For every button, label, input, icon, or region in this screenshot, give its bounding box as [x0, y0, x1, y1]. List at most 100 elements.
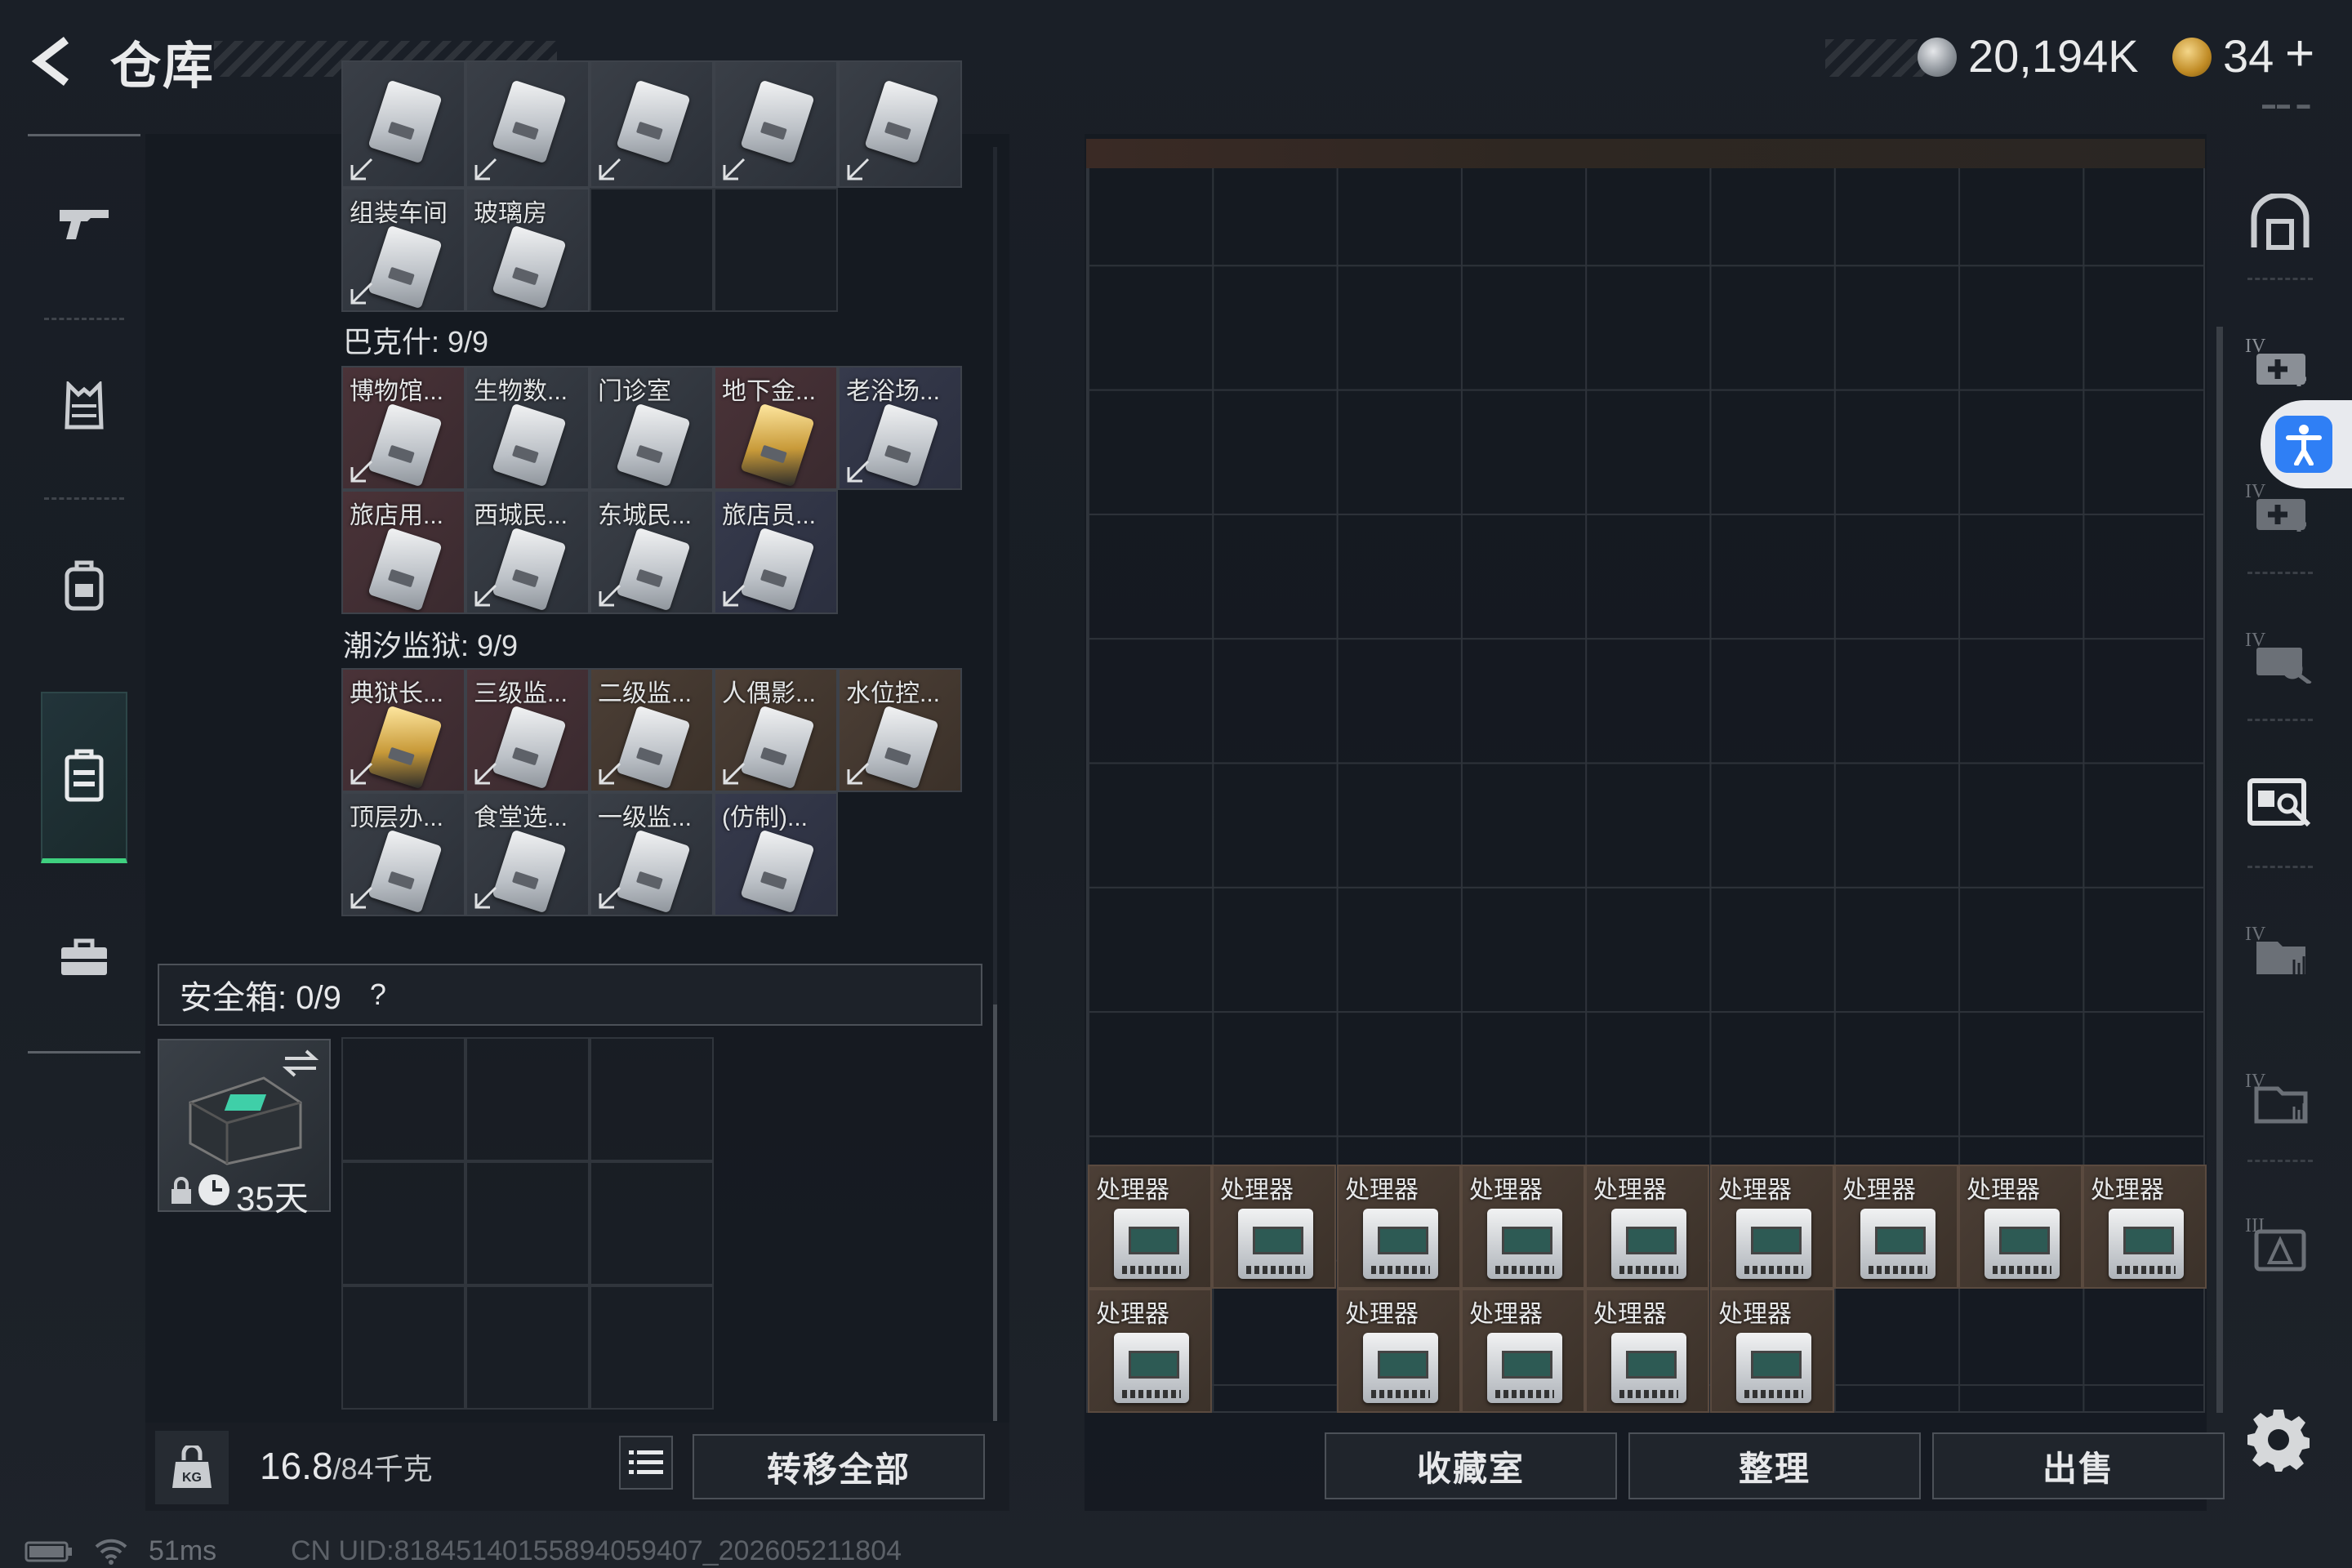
collection-room-button[interactable]: 收藏室: [1325, 1432, 1617, 1499]
key-card-slot[interactable]: 三级监...: [466, 668, 590, 792]
processor-label: 处理器: [1842, 1177, 1916, 1204]
processor-item[interactable]: 处理器: [1337, 1165, 1461, 1289]
processor-icon: [1736, 1333, 1811, 1403]
processor-item[interactable]: 处理器: [1088, 1289, 1212, 1413]
stash-tab-keys[interactable]: IV: [2238, 612, 2323, 697]
processor-item[interactable]: 处理器: [1710, 1289, 1834, 1413]
empty-slot[interactable]: [590, 1037, 714, 1161]
key-card-slot[interactable]: 玻璃房: [466, 188, 590, 312]
ammo-case-icon: III: [2245, 1215, 2306, 1272]
key-card-slot[interactable]: 典狱长...: [341, 668, 466, 792]
current-weight: 16.8: [260, 1445, 333, 1487]
stash-top-row-items[interactable]: [1086, 139, 2205, 168]
processor-icon: [1611, 1333, 1686, 1403]
empty-slot[interactable]: [341, 1037, 466, 1161]
key-card-slot[interactable]: 旅店员...: [714, 490, 838, 614]
key-card-label: 一级监...: [598, 804, 693, 831]
processor-item[interactable]: 处理器: [1461, 1165, 1585, 1289]
svg-text:KG: KG: [182, 1471, 202, 1485]
key-card-label: 东城民...: [598, 502, 693, 529]
folder-case-icon: IV: [2245, 1071, 2308, 1124]
key-card-slot[interactable]: 生物数...: [466, 366, 590, 490]
nav-armor[interactable]: [28, 320, 140, 492]
key-card-slot[interactable]: 食堂选...: [466, 792, 590, 916]
sell-button[interactable]: 出售: [1932, 1432, 2225, 1499]
stash-tab-medical[interactable]: IV: [2238, 318, 2323, 403]
empty-slot[interactable]: [341, 1161, 466, 1285]
processor-icon: [1611, 1209, 1686, 1279]
processor-item[interactable]: 处理器: [1834, 1165, 1958, 1289]
container-icon: [65, 749, 104, 802]
page-title: 仓库: [110, 38, 216, 95]
key-card-slot[interactable]: 地下金...: [714, 366, 838, 490]
key-card-slot[interactable]: 水位控...: [838, 668, 962, 792]
battery-icon: [24, 1541, 72, 1561]
empty-slot[interactable]: [466, 1037, 590, 1161]
inventory-scroll-thumb[interactable]: [993, 1004, 997, 1421]
key-card-slot[interactable]: 二级监...: [590, 668, 714, 792]
bound-icon: [599, 584, 621, 607]
nav-container-active[interactable]: [41, 692, 127, 863]
key-card-slot[interactable]: 一级监...: [590, 792, 714, 916]
processor-label: 处理器: [2091, 1177, 2164, 1204]
processor-label: 处理器: [1718, 1301, 1792, 1328]
processor-item[interactable]: 处理器: [1958, 1165, 2082, 1289]
sort-button[interactable]: 整理: [1628, 1432, 1921, 1499]
empty-slot[interactable]: [466, 1285, 590, 1410]
key-card-label: 旅店用...: [350, 502, 444, 529]
processor-item[interactable]: 处理器: [1710, 1165, 1834, 1289]
empty-slot[interactable]: [590, 1285, 714, 1410]
processor-item[interactable]: 处理器: [1088, 1165, 1212, 1289]
stash-scrollbar[interactable]: [2216, 327, 2223, 1413]
settings-gear-icon[interactable]: [2246, 1406, 2311, 1472]
key-card-slot[interactable]: 门诊室: [590, 366, 714, 490]
processor-item[interactable]: 处理器: [1212, 1165, 1336, 1289]
processor-item[interactable]: 处理器: [1337, 1289, 1461, 1413]
safe-box-help-button[interactable]: ?: [359, 976, 397, 1013]
add-currency-button[interactable]: +: [2285, 24, 2314, 82]
processor-item[interactable]: 处理器: [1585, 1165, 1709, 1289]
swap-icon[interactable]: [282, 1047, 319, 1080]
list-view-button[interactable]: [619, 1436, 673, 1490]
processor-item[interactable]: 处理器: [1585, 1289, 1709, 1413]
key-card-slot[interactable]: 博物馆...: [341, 366, 466, 490]
safe-case-icon: [189, 1076, 302, 1165]
processor-item[interactable]: 处理器: [2082, 1165, 2207, 1289]
stash-tab-documents[interactable]: IV: [2238, 906, 2323, 991]
key-card-slot[interactable]: 人偶影...: [714, 668, 838, 792]
key-card-slot[interactable]: 老浴场...: [838, 366, 962, 490]
empty-slot[interactable]: [714, 188, 838, 312]
safe-case-item[interactable]: 35天: [158, 1039, 331, 1218]
vault-icon: [2251, 194, 2310, 250]
bound-icon: [350, 886, 373, 909]
empty-slot[interactable]: [590, 188, 714, 312]
processor-icon: [2109, 1209, 2184, 1279]
key-card-slot[interactable]: (仿制)...: [714, 792, 838, 916]
key-card-slot[interactable]: 组装车间: [341, 188, 466, 312]
empty-slot[interactable]: [466, 1161, 590, 1285]
nav-weapons[interactable]: [28, 136, 140, 308]
accessibility-button[interactable]: [2261, 400, 2352, 488]
key-card-slot[interactable]: 旅店用...: [341, 490, 466, 614]
empty-slot[interactable]: [590, 1161, 714, 1285]
processor-item[interactable]: 处理器: [1461, 1289, 1585, 1413]
key-card-slot[interactable]: 顶层办...: [341, 792, 466, 916]
bound-icon: [474, 762, 497, 785]
processor-icon: [1984, 1209, 2060, 1279]
transfer-all-button[interactable]: 转移全部: [693, 1434, 985, 1499]
stash-tab-cards-active[interactable]: [2238, 760, 2323, 844]
key-card-label: 博物馆...: [350, 378, 444, 405]
nav-briefcase[interactable]: [28, 871, 140, 1043]
status-bar: 51ms: [24, 1535, 216, 1567]
stash-tab-ammo[interactable]: III: [2238, 1200, 2323, 1285]
nav-backpack[interactable]: [28, 500, 140, 671]
stash-tab-vault[interactable]: [2238, 180, 2323, 265]
key-card-slot[interactable]: 西城民...: [466, 490, 590, 614]
key-card-label: 食堂选...: [474, 804, 568, 831]
stash-tab-folders[interactable]: IV: [2238, 1054, 2323, 1138]
section-title-bakhsh: 巴克什: 9/9: [343, 325, 489, 359]
silver-coin-icon: [1918, 38, 1957, 77]
empty-slot[interactable]: [341, 1285, 466, 1410]
back-button[interactable]: [24, 33, 82, 90]
key-card-slot[interactable]: 东城民...: [590, 490, 714, 614]
